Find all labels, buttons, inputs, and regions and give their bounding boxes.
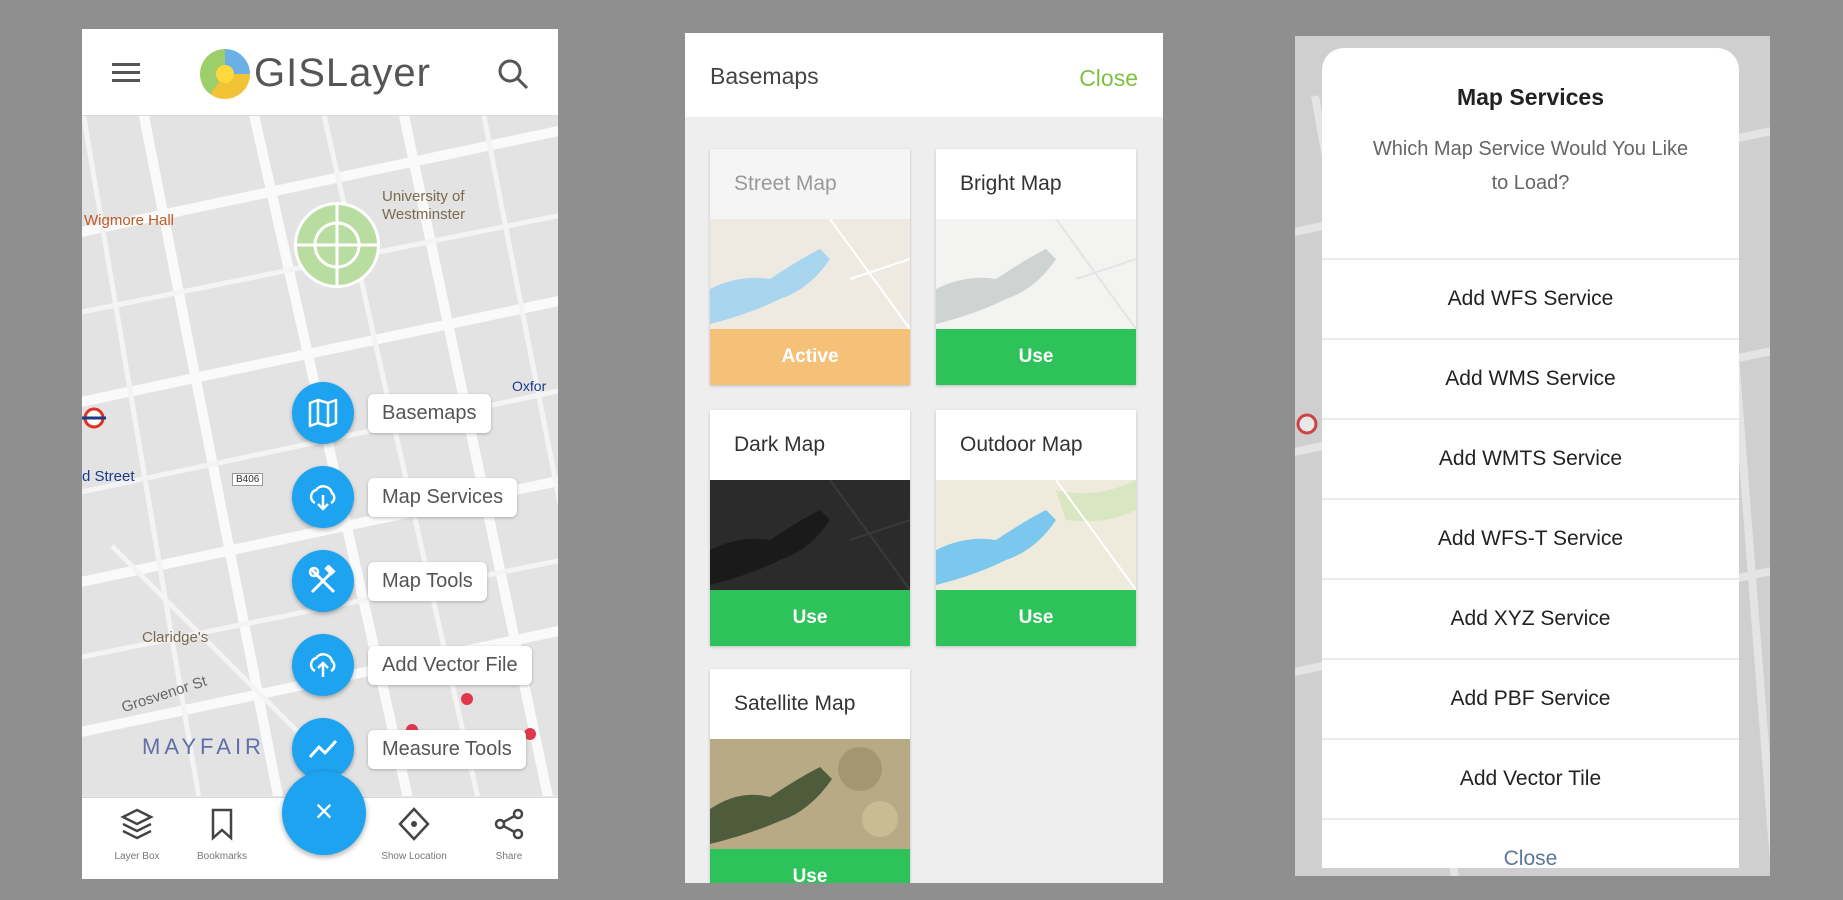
park-area bbox=[294, 202, 380, 288]
basemaps-label[interactable]: Basemaps bbox=[368, 394, 491, 433]
map-label-claridges: Claridge's bbox=[142, 629, 209, 646]
dark-map-thumbnail bbox=[710, 480, 910, 590]
nav-layer-box[interactable]: Layer Box bbox=[97, 806, 177, 862]
dialog-subtitle: Which Map Service Would You Like to Load… bbox=[1372, 138, 1689, 194]
bookmark-icon bbox=[204, 808, 240, 846]
basemaps-header: Basemaps Close bbox=[685, 33, 1163, 117]
map-services-label[interactable]: Map Services bbox=[368, 478, 518, 517]
search-icon[interactable] bbox=[496, 57, 530, 91]
nav-show-location-label: Show Location bbox=[381, 851, 447, 862]
main-map-screen: GISLayer University of Westminster Wigmo… bbox=[82, 29, 558, 879]
map-label-street: d Street bbox=[82, 468, 135, 485]
basemap-card-bright[interactable]: Bright Map Use bbox=[936, 149, 1136, 385]
add-pbf-service-option[interactable]: Add PBF Service bbox=[1322, 658, 1739, 738]
menu-add-vector-file[interactable]: Add Vector File bbox=[292, 634, 552, 698]
add-vector-file-label[interactable]: Add Vector File bbox=[368, 646, 532, 685]
add-wfs-t-service-option[interactable]: Add WFS-T Service bbox=[1322, 498, 1739, 578]
menu-icon[interactable] bbox=[112, 63, 140, 83]
add-xyz-service-option[interactable]: Add XYZ Service bbox=[1322, 578, 1739, 658]
nav-share-label: Share bbox=[495, 851, 523, 862]
location-icon bbox=[396, 807, 432, 846]
map-label-wigmore: Wigmore Hall bbox=[84, 212, 175, 229]
bright-map-use-button[interactable]: Use bbox=[936, 329, 1136, 385]
card-title: Satellite Map bbox=[734, 692, 856, 715]
card-title: Outdoor Map bbox=[960, 433, 1083, 456]
add-wmts-service-option[interactable]: Add WMTS Service bbox=[1322, 418, 1739, 498]
add-vector-file-button[interactable] bbox=[292, 634, 354, 696]
dialog-title: Map Services bbox=[1456, 84, 1605, 110]
card-title: Bright Map bbox=[960, 172, 1062, 195]
nav-bookmarks-label: Bookmarks bbox=[196, 851, 247, 862]
outdoor-map-thumbnail bbox=[936, 480, 1136, 590]
basemap-card-outdoor[interactable]: Outdoor Map Use bbox=[936, 410, 1136, 646]
nav-show-location[interactable]: Show Location bbox=[374, 806, 454, 862]
map-label-road: B406 bbox=[232, 473, 264, 486]
bright-map-thumbnail bbox=[936, 219, 1136, 329]
nav-share[interactable]: Share bbox=[469, 806, 549, 862]
top-bar: GISLayer bbox=[82, 29, 558, 116]
map-services-screen: Map Services Which Map Service Would You… bbox=[1295, 36, 1770, 876]
app-brand: GISLayer bbox=[254, 51, 431, 95]
nav-bookmarks[interactable]: Bookmarks bbox=[182, 806, 262, 862]
basemap-card-street[interactable]: Street Map Active bbox=[710, 149, 910, 385]
satellite-map-thumbnail bbox=[710, 739, 910, 849]
menu-map-services[interactable]: Map Services bbox=[292, 466, 552, 530]
basemaps-close-button[interactable]: Close bbox=[1079, 65, 1138, 92]
nav-layer-box-label: Layer Box bbox=[114, 851, 160, 862]
basemap-card-satellite[interactable]: Satellite Map Use bbox=[710, 669, 910, 883]
map-tools-label[interactable]: Map Tools bbox=[368, 562, 487, 601]
layers-icon bbox=[119, 808, 155, 846]
map-services-dialog: Map Services Which Map Service Would You… bbox=[1322, 48, 1739, 868]
outdoor-map-use-button[interactable]: Use bbox=[936, 590, 1136, 646]
card-title: Street Map bbox=[710, 149, 910, 219]
satellite-map-use-button[interactable]: Use bbox=[710, 849, 910, 883]
card-title: Dark Map bbox=[734, 433, 826, 456]
close-menu-button[interactable]: × bbox=[282, 771, 366, 855]
basemaps-screen: Basemaps Close Street Map Active Bright … bbox=[685, 33, 1163, 883]
share-icon bbox=[491, 808, 527, 846]
map-view[interactable]: University of Westminster Wigmore Hall d… bbox=[82, 116, 558, 796]
dialog-close-button[interactable]: Close bbox=[1322, 818, 1739, 868]
menu-basemaps[interactable]: Basemaps bbox=[292, 382, 552, 446]
app-logo bbox=[200, 49, 250, 99]
street-map-active-button[interactable]: Active bbox=[710, 329, 910, 385]
street-map-thumbnail bbox=[710, 219, 910, 329]
map-label-university: University of Westminster bbox=[382, 188, 466, 223]
menu-map-tools[interactable]: Map Tools bbox=[292, 550, 552, 614]
basemaps-button[interactable] bbox=[292, 382, 354, 444]
dark-map-use-button[interactable]: Use bbox=[710, 590, 910, 646]
map-tools-button[interactable] bbox=[292, 550, 354, 612]
add-vector-tile-option[interactable]: Add Vector Tile bbox=[1322, 738, 1739, 818]
add-wfs-service-option[interactable]: Add WFS Service bbox=[1322, 258, 1739, 338]
basemaps-title: Basemaps bbox=[710, 63, 819, 89]
close-icon: × bbox=[314, 793, 334, 829]
map-services-button[interactable] bbox=[292, 466, 354, 528]
map-label-mayfair: MAYFAIR bbox=[142, 734, 265, 759]
measure-tools-label[interactable]: Measure Tools bbox=[368, 730, 526, 769]
basemap-card-dark[interactable]: Dark Map Use bbox=[710, 410, 910, 646]
add-wms-service-option[interactable]: Add WMS Service bbox=[1322, 338, 1739, 418]
